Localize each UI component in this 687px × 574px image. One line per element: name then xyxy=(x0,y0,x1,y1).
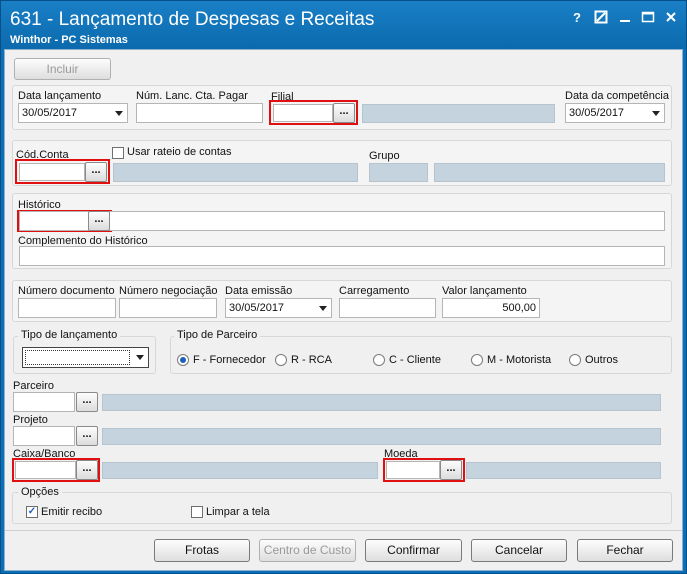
radio-motorista-label: M - Motorista xyxy=(487,354,552,366)
data-lancamento-label: Data lançamento xyxy=(18,90,102,102)
limpar-tela-label: Limpar a tela xyxy=(206,506,270,518)
parceiro-input[interactable] xyxy=(13,392,75,412)
tipo-lancamento-label: Tipo de lançamento xyxy=(18,329,121,341)
projeto-description xyxy=(102,428,661,445)
cancelar-button[interactable]: Cancelar xyxy=(471,539,567,562)
data-competencia-value: 30/05/2017 xyxy=(569,107,625,119)
cod-conta-description xyxy=(113,163,358,182)
limpar-tela-checkbox[interactable] xyxy=(191,506,203,518)
radio-rca-label: R - RCA xyxy=(291,354,332,366)
moeda-lookup-button[interactable]: ... xyxy=(440,460,462,480)
maximize-icon[interactable] xyxy=(640,10,656,26)
fechar-button[interactable]: Fechar xyxy=(577,539,673,562)
grupo-description xyxy=(434,163,665,182)
data-lancamento-value: 30/05/2017 xyxy=(22,107,78,119)
main-window: 631 - Lançamento de Despesas e Receitas … xyxy=(0,0,687,574)
radio-motorista[interactable] xyxy=(471,354,483,366)
numero-documento-input[interactable] xyxy=(18,298,116,318)
cod-conta-input[interactable] xyxy=(19,163,85,181)
historico-input[interactable] xyxy=(19,211,665,231)
radio-fornecedor-label: F - Fornecedor xyxy=(193,354,266,366)
chevron-down-icon xyxy=(136,355,144,360)
usar-rateio-label: Usar rateio de contas xyxy=(127,146,232,158)
grupo-label: Grupo xyxy=(369,150,400,162)
radio-rca[interactable] xyxy=(275,354,287,366)
frotas-button[interactable]: Frotas xyxy=(154,539,250,562)
data-emissao-picker[interactable]: 30/05/2017 xyxy=(225,298,332,318)
radio-cliente-label: C - Cliente xyxy=(389,354,441,366)
data-competencia-label: Data da competência xyxy=(565,90,669,102)
data-lancamento-picker[interactable]: 30/05/2017 xyxy=(18,103,128,123)
complemento-input[interactable] xyxy=(19,246,665,266)
confirmar-button[interactable]: Confirmar xyxy=(365,539,462,562)
data-emissao-label: Data emissão xyxy=(225,285,293,297)
chevron-down-icon xyxy=(652,111,660,116)
caixa-banco-input[interactable] xyxy=(15,461,76,479)
numero-negociacao-input[interactable] xyxy=(119,298,217,318)
carregamento-label: Carregamento xyxy=(339,285,410,297)
focus-rect xyxy=(25,350,130,365)
help-icon[interactable]: ? xyxy=(569,10,585,26)
valor-lancamento-label: Valor lançamento xyxy=(442,285,527,297)
window-subtitle: Winthor - PC Sistemas xyxy=(10,34,128,46)
minimize-icon[interactable] xyxy=(617,10,633,26)
usar-rateio-checkbox[interactable] xyxy=(112,147,124,159)
radio-outros-label: Outros xyxy=(585,354,619,366)
caixa-banco-description xyxy=(102,462,378,479)
chevron-down-icon xyxy=(319,306,327,311)
parceiro-lookup-button[interactable]: ... xyxy=(76,392,98,412)
carregamento-input[interactable] xyxy=(339,298,436,318)
radio-fornecedor[interactable] xyxy=(177,354,189,366)
num-lanc-input[interactable] xyxy=(136,103,263,123)
historico-lookup-button[interactable]: ... xyxy=(88,211,110,231)
cod-conta-lookup-button[interactable]: ... xyxy=(85,162,107,182)
chevron-down-icon xyxy=(115,111,123,116)
projeto-label: Projeto xyxy=(13,414,48,426)
radio-cliente[interactable] xyxy=(373,354,385,366)
filial-description xyxy=(362,104,555,123)
opcoes-label: Opções xyxy=(18,486,62,498)
incluir-button[interactable]: Incluir xyxy=(14,58,111,80)
window-title: 631 - Lançamento de Despesas e Receitas xyxy=(10,9,375,30)
tipo-parceiro-label: Tipo de Parceiro xyxy=(174,329,261,341)
grupo-code xyxy=(369,163,428,182)
tipo-lancamento-select[interactable] xyxy=(22,347,149,368)
centro-custo-button[interactable]: Centro de Custo xyxy=(259,539,356,562)
projeto-input[interactable] xyxy=(13,426,75,446)
parceiro-description xyxy=(102,394,661,411)
form-area: Incluir Data lançamento 30/05/2017 Núm. … xyxy=(4,49,683,571)
filial-input[interactable] xyxy=(273,104,333,122)
valor-lancamento-input[interactable]: 500,00 xyxy=(442,298,540,318)
opcoes-group xyxy=(12,492,672,524)
caixa-banco-lookup-button[interactable]: ... xyxy=(76,460,98,480)
pin-icon[interactable] xyxy=(593,10,609,26)
close-icon[interactable] xyxy=(663,10,679,26)
title-bar[interactable]: 631 - Lançamento de Despesas e Receitas … xyxy=(1,1,686,49)
numero-negociacao-label: Número negociação xyxy=(119,285,218,297)
numero-documento-label: Número documento xyxy=(18,285,115,297)
emitir-recibo-checkbox[interactable]: ✓ xyxy=(26,506,38,518)
data-emissao-value: 30/05/2017 xyxy=(229,302,285,314)
filial-lookup-button[interactable]: ... xyxy=(333,103,355,123)
footer-divider xyxy=(5,530,682,531)
num-lanc-label: Núm. Lanc. Cta. Pagar xyxy=(136,90,248,102)
emitir-recibo-label: Emitir recibo xyxy=(41,506,103,518)
moeda-input[interactable] xyxy=(386,461,440,479)
moeda-description xyxy=(466,462,661,479)
radio-outros[interactable] xyxy=(569,354,581,366)
parceiro-label: Parceiro xyxy=(13,380,54,392)
data-competencia-picker[interactable]: 30/05/2017 xyxy=(565,103,665,123)
projeto-lookup-button[interactable]: ... xyxy=(76,426,98,446)
